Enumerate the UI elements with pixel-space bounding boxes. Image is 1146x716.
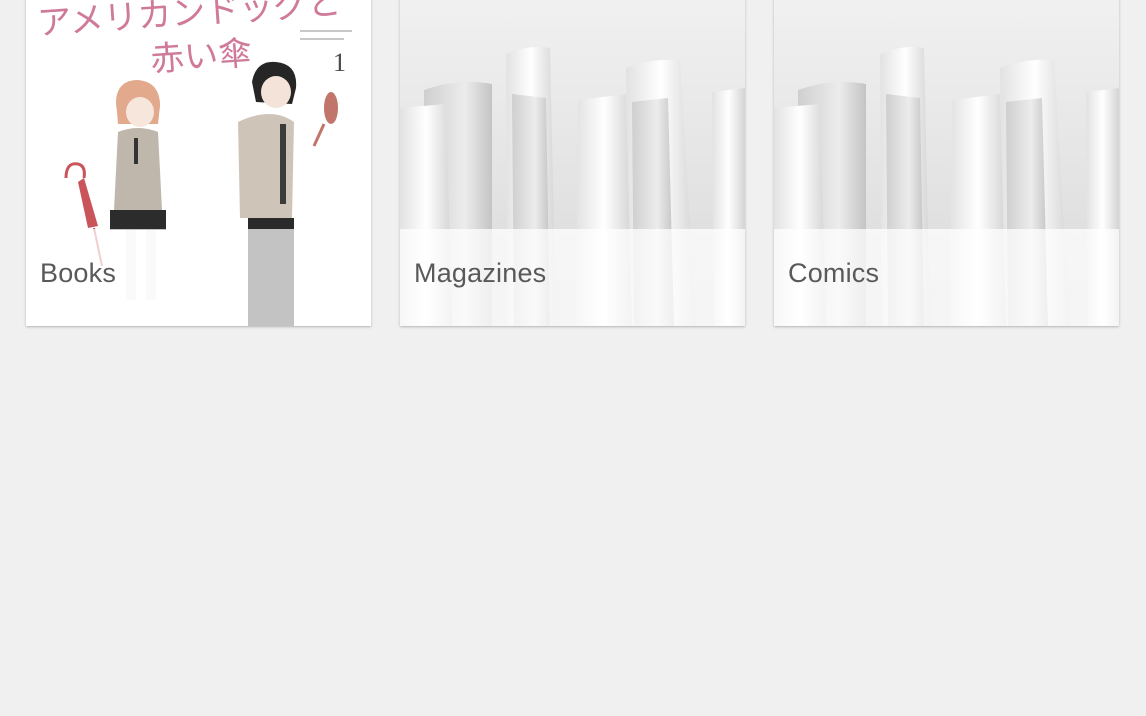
category-label-magazines: Magazines — [414, 258, 547, 288]
cover-volume-number: 1 — [333, 48, 346, 77]
category-label-books: Books — [40, 258, 117, 288]
category-label-comics: Comics — [788, 258, 880, 288]
category-tile-books[interactable]: アメリカンドッグと 赤い傘 1 Books — [26, 0, 371, 326]
cover-credit-line — [300, 30, 352, 32]
category-tile-comics[interactable]: Comics — [774, 0, 1119, 326]
cover-credit-line — [300, 38, 344, 40]
category-grid: アメリカンドッグと 赤い傘 1 Books Magazines Comics — [0, 0, 1146, 716]
category-tile-magazines[interactable]: Magazines — [400, 0, 745, 326]
